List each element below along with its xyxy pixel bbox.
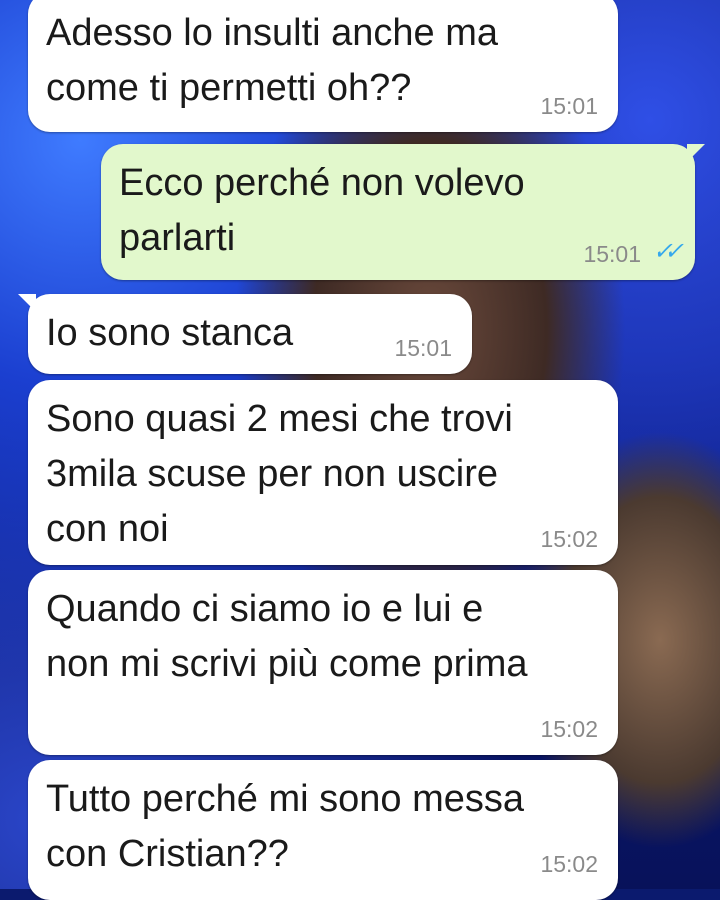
message-time: 15:01 bbox=[540, 93, 598, 119]
message-bubble-incoming[interactable]: Quando ci siamo io e lui e non mi scrivi… bbox=[28, 570, 618, 755]
message-bubble-incoming[interactable]: Sono quasi 2 mesi che trovi 3mila scuse … bbox=[28, 380, 618, 565]
double-check-icon: ✓✓ bbox=[652, 238, 684, 265]
message-text: Tutto perché mi sono messa con Cristian?… bbox=[46, 778, 525, 875]
message-time: 15:01 bbox=[583, 241, 641, 267]
bubble-tail bbox=[18, 294, 36, 312]
message-time: 15:02 bbox=[540, 526, 598, 552]
message-text: Quando ci siamo io e lui e non mi scrivi… bbox=[46, 588, 528, 685]
message-time: 15:02 bbox=[540, 851, 598, 877]
message-time: 15:02 bbox=[540, 716, 598, 742]
message-text: Sono quasi 2 mesi che trovi 3mila scuse … bbox=[46, 398, 513, 550]
message-text: Ecco perché non volevo parlarti bbox=[119, 162, 525, 259]
message-bubble-outgoing[interactable]: Ecco perché non volevo parlarti 15:01 ✓✓ bbox=[101, 144, 705, 280]
message-bubble-incoming[interactable]: Adesso lo insulti anche ma come ti perme… bbox=[28, 0, 618, 132]
message-bubble-incoming[interactable]: Io sono stanca 15:01 bbox=[18, 294, 472, 374]
bubble-tail bbox=[687, 144, 705, 162]
message-text: Io sono stanca bbox=[46, 312, 294, 354]
message-text: Adesso lo insulti anche ma come ti perme… bbox=[46, 12, 499, 109]
message-bubble-incoming[interactable]: Tutto perché mi sono messa con Cristian?… bbox=[28, 760, 618, 900]
message-time: 15:01 bbox=[394, 335, 452, 361]
